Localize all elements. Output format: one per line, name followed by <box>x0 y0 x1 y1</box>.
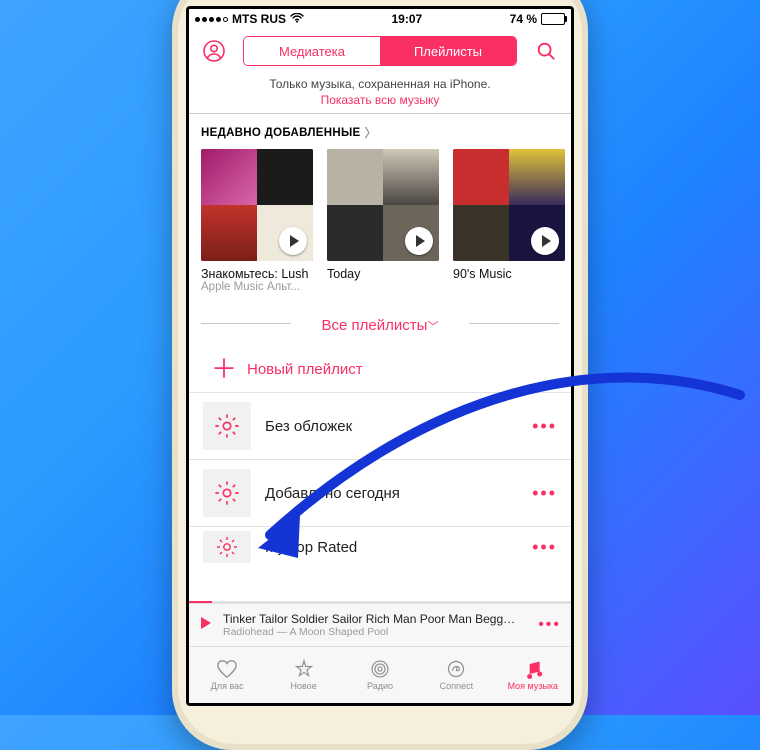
playlist-name: Без обложек <box>265 418 518 435</box>
album-title: 90's Music <box>453 267 565 281</box>
recently-added-row: Знакомьтесь: Lush Apple Music Альт... To… <box>189 149 571 299</box>
more-icon[interactable]: ••• <box>538 616 561 634</box>
tab-radio[interactable]: Радио <box>342 647 418 703</box>
search-icon[interactable] <box>531 36 561 66</box>
carrier-label: MTS RUS <box>232 9 286 29</box>
now-playing-subtitle: Radiohead — A Moon Shaped Pool <box>223 626 528 638</box>
screen: MTS RUS 19:07 74 % Медиатека Плейлисты <box>189 9 571 703</box>
local-music-notice: Только музыка, сохраненная на iPhone. <box>189 73 571 93</box>
playlist-row[interactable]: Добавлено сегодня ••• <box>189 459 571 526</box>
album-art <box>453 149 565 261</box>
gear-icon <box>203 531 251 563</box>
segment-library[interactable]: Медиатека <box>244 37 380 65</box>
now-playing-bar[interactable]: Tinker Tailor Soldier Sailor Rich Man Po… <box>189 603 571 646</box>
playlist-list: Без обложек ••• Добавлено сегодня ••• My… <box>189 392 571 567</box>
now-playing-text: Tinker Tailor Soldier Sailor Rich Man Po… <box>223 612 528 638</box>
album-card[interactable]: 90's Music <box>453 149 565 293</box>
library-playlists-segmented: Медиатека Плейлисты <box>243 36 517 66</box>
wifi-icon <box>290 9 304 29</box>
chevron-right-icon: 〉 <box>365 124 377 141</box>
playlist-name: Добавлено сегодня <box>265 485 518 502</box>
play-icon[interactable] <box>199 616 213 635</box>
now-playing-progress[interactable] <box>189 601 571 603</box>
more-icon[interactable]: ••• <box>532 416 557 437</box>
nav-bar: Медиатека Плейлисты <box>189 29 571 73</box>
play-icon[interactable] <box>531 227 559 255</box>
battery-icon <box>541 13 565 25</box>
album-art <box>201 149 313 261</box>
tab-label: Радио <box>367 681 393 691</box>
tab-label: Connect <box>440 681 474 691</box>
screen-bezel: MTS RUS 19:07 74 % Медиатека Плейлисты <box>186 6 574 706</box>
segment-playlists[interactable]: Плейлисты <box>380 37 516 65</box>
status-bar: MTS RUS 19:07 74 % <box>189 9 571 29</box>
playlist-filter-dropdown[interactable]: Все плейлисты﹀ <box>189 299 571 346</box>
more-icon[interactable]: ••• <box>532 537 557 558</box>
gear-icon <box>203 402 251 450</box>
tab-my-music[interactable]: Моя музыка <box>495 647 571 703</box>
album-card[interactable]: Знакомьтесь: Lush Apple Music Альт... <box>201 149 313 293</box>
tab-for-you[interactable]: Для вас <box>189 647 265 703</box>
new-playlist-button[interactable]: ＋ Новый плейлист <box>189 346 571 392</box>
tab-new[interactable]: Новое <box>265 647 341 703</box>
show-all-music-link[interactable]: Показать всю музыку <box>189 93 571 107</box>
playlist-row[interactable]: My Top Rated ••• <box>189 526 571 567</box>
recently-added-label: НЕДАВНО ДОБАВЛЕННЫЕ <box>201 127 361 139</box>
gear-icon <box>203 469 251 517</box>
album-card[interactable]: Today <box>327 149 439 293</box>
tab-label: Моя музыка <box>508 681 559 691</box>
now-playing-title: Tinker Tailor Soldier Sailor Rich Man Po… <box>223 612 528 626</box>
album-title: Знакомьтесь: Lush <box>201 267 313 281</box>
battery-percent-label: 74 % <box>510 9 537 29</box>
profile-icon[interactable] <box>199 36 229 66</box>
play-icon[interactable] <box>279 227 307 255</box>
tab-label: Новое <box>291 681 317 691</box>
album-art <box>327 149 439 261</box>
playlist-filter-label: Все плейлисты <box>322 317 428 334</box>
playlist-name: My Top Rated <box>265 539 518 556</box>
more-icon[interactable]: ••• <box>532 483 557 504</box>
tab-connect[interactable]: Connect <box>418 647 494 703</box>
chevron-down-icon: ﹀ <box>427 321 438 333</box>
tab-label: Для вас <box>211 681 244 691</box>
playlist-row[interactable]: Без обложек ••• <box>189 392 571 459</box>
clock-label: 19:07 <box>304 9 510 29</box>
album-subtitle: Apple Music Альт... <box>201 281 313 293</box>
plus-icon: ＋ <box>211 360 231 378</box>
recently-added-header[interactable]: НЕДАВНО ДОБАВЛЕННЫЕ 〉 <box>189 114 571 149</box>
album-title: Today <box>327 267 439 281</box>
signal-strength-icon <box>195 17 228 22</box>
tab-bar: Для вас Новое Радио Connect Моя музыка <box>189 646 571 703</box>
new-playlist-label: Новый плейлист <box>247 361 363 378</box>
play-icon[interactable] <box>405 227 433 255</box>
